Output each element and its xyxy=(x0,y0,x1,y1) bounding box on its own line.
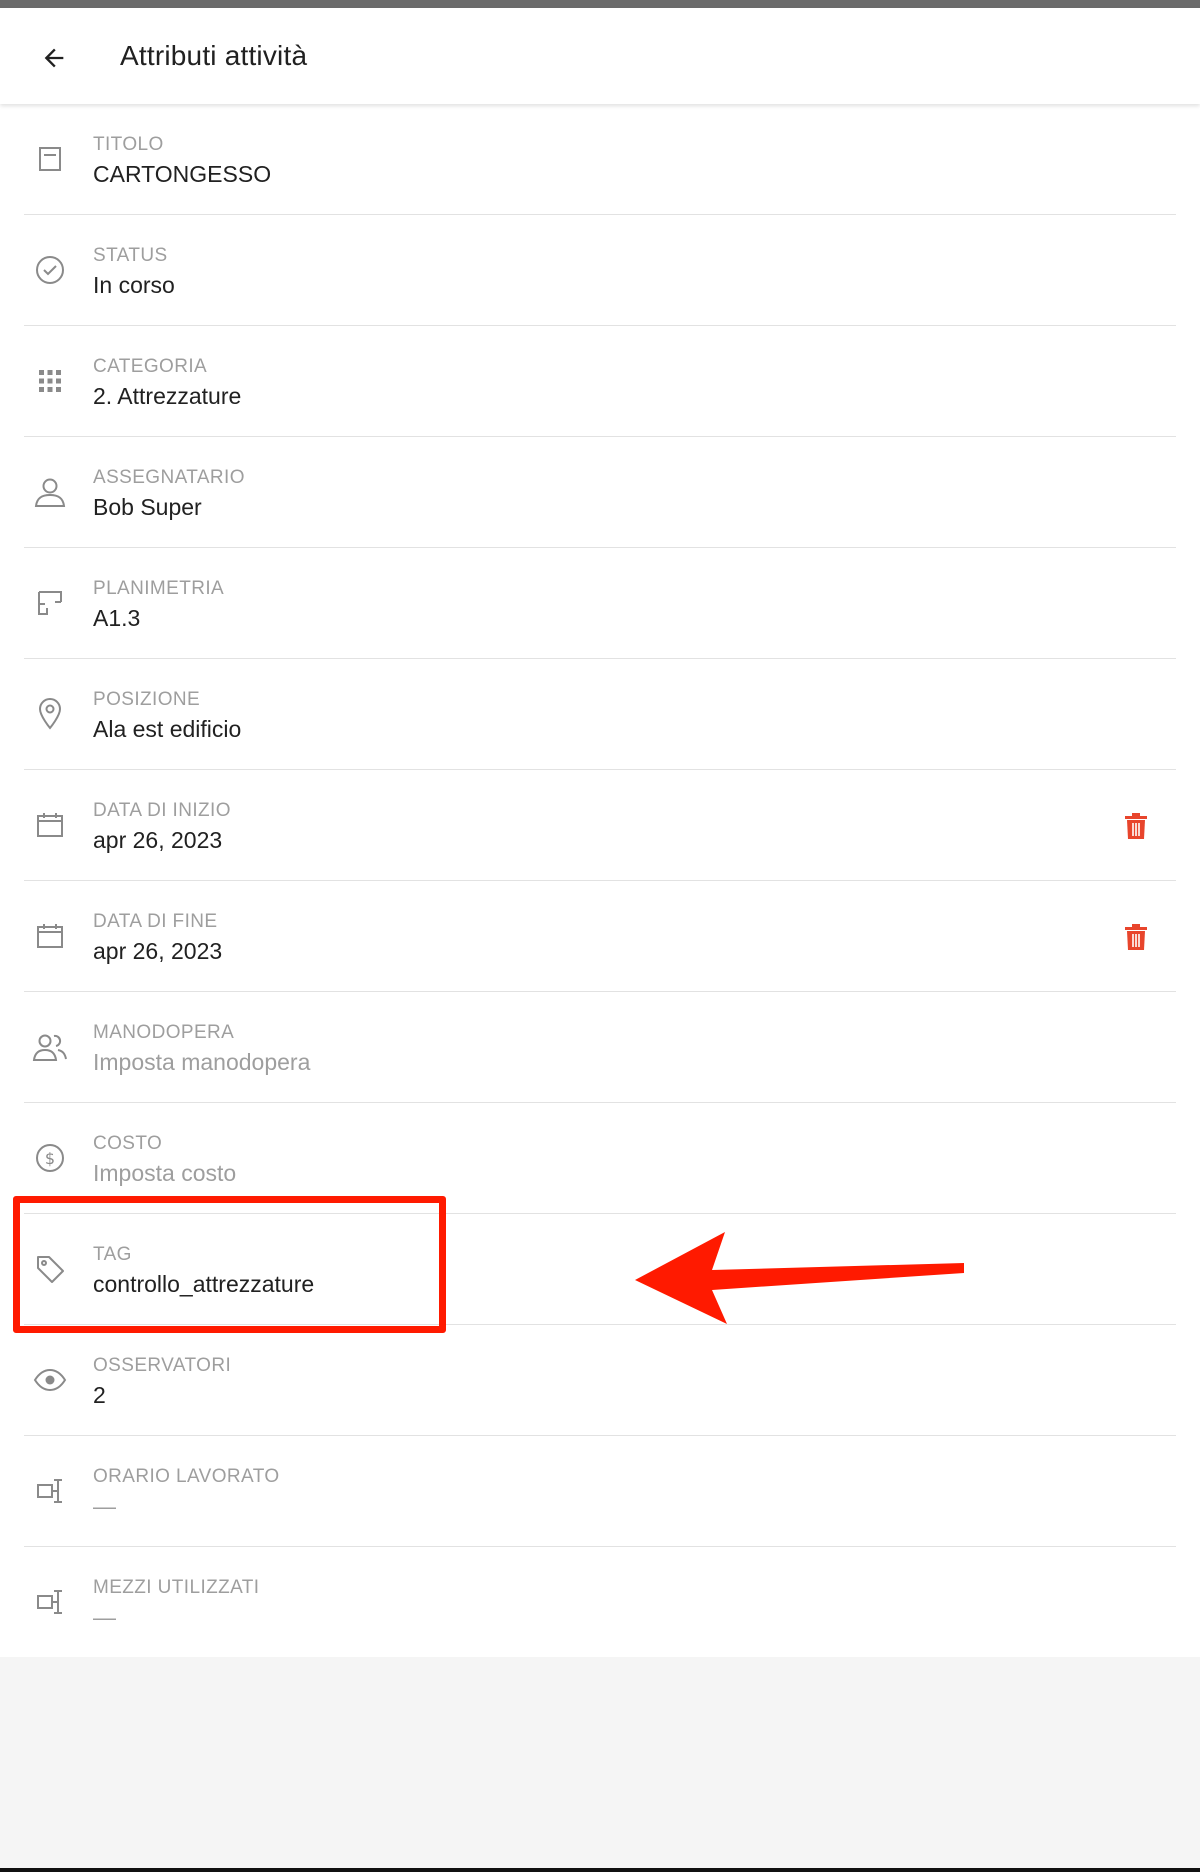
attribute-label: CATEGORIA xyxy=(93,356,208,377)
attribute-label: COSTO xyxy=(93,1133,163,1154)
attribute-label: TAG xyxy=(93,1244,132,1265)
attribute-value: A1.3 xyxy=(93,605,141,631)
eye-icon xyxy=(30,1360,70,1400)
attribute-row-assegnatario[interactable]: ASSEGNATARIO Bob Super xyxy=(24,437,1176,548)
attribute-row-titolo[interactable]: TITOLO CARTONGESSO xyxy=(24,104,1176,215)
attribute-label: PLANIMETRIA xyxy=(93,578,225,599)
status-bar xyxy=(0,0,1200,8)
users-icon xyxy=(30,1027,70,1067)
app-bar: Attributi attività xyxy=(0,8,1200,104)
title-icon xyxy=(30,139,70,179)
attribute-row-planimetria[interactable]: PLANIMETRIA A1.3 xyxy=(24,548,1176,659)
location-pin-icon xyxy=(30,694,70,734)
attribute-label: TITOLO xyxy=(93,134,164,155)
attribute-row-data-inizio[interactable]: DATA DI INIZIO apr 26, 2023 xyxy=(24,770,1176,881)
attribute-value: — xyxy=(93,1604,116,1630)
attribute-row-status[interactable]: STATUS In corso xyxy=(24,215,1176,326)
delete-start-date-button[interactable] xyxy=(1116,806,1156,846)
attribute-label: ASSEGNATARIO xyxy=(93,467,245,488)
attribute-label: ORARIO LAVORATO xyxy=(93,1466,280,1487)
attribute-label: POSIZIONE xyxy=(93,689,201,710)
attribute-value: CARTONGESSO xyxy=(93,161,272,187)
attribute-label: MEZZI UTILIZZATI xyxy=(93,1577,260,1598)
attribute-list: TITOLO CARTONGESSO STATUS In corso CATEG… xyxy=(0,104,1200,1657)
attribute-value: Imposta manodopera xyxy=(93,1049,311,1075)
attribute-row-categoria[interactable]: CATEGORIA 2. Attrezzature xyxy=(24,326,1176,437)
user-icon xyxy=(30,472,70,512)
check-circle-icon xyxy=(30,250,70,290)
page-title: Attributi attività xyxy=(120,40,308,71)
trash-icon xyxy=(1125,924,1147,950)
tag-icon xyxy=(30,1249,70,1289)
delete-end-date-button[interactable] xyxy=(1116,917,1156,957)
navigation-bar xyxy=(0,1868,1200,1872)
calendar-icon xyxy=(30,805,70,845)
attribute-value: Bob Super xyxy=(93,494,202,520)
dollar-circle-icon: $ xyxy=(30,1138,70,1178)
timesheet-icon xyxy=(30,1471,70,1511)
attribute-value: controllo_attrezzature xyxy=(93,1271,315,1297)
attribute-value: 2. Attrezzature xyxy=(93,383,242,409)
attribute-row-mezzi-utilizzati[interactable]: MEZZI UTILIZZATI — xyxy=(24,1547,1176,1658)
empty-background xyxy=(0,1657,1200,1868)
attribute-value: 2 xyxy=(93,1382,106,1408)
attribute-row-costo[interactable]: $ COSTO Imposta costo xyxy=(24,1103,1176,1214)
attribute-row-osservatori[interactable]: OSSERVATORI 2 xyxy=(24,1325,1176,1436)
attribute-label: OSSERVATORI xyxy=(93,1355,232,1376)
calendar-icon xyxy=(30,916,70,956)
attribute-value: In corso xyxy=(93,272,175,298)
trash-icon xyxy=(1125,813,1147,839)
equipment-icon xyxy=(30,1582,70,1622)
attribute-value: apr 26, 2023 xyxy=(93,827,223,853)
attribute-value: apr 26, 2023 xyxy=(93,938,223,964)
floorplan-icon xyxy=(30,583,70,623)
attribute-row-orario-lavorato[interactable]: ORARIO LAVORATO — xyxy=(24,1436,1176,1547)
attribute-label: DATA DI INIZIO xyxy=(93,800,231,821)
grid-dots-icon xyxy=(30,361,70,401)
attribute-value: Imposta costo xyxy=(93,1160,237,1186)
attribute-row-tag[interactable]: TAG controllo_attrezzature xyxy=(24,1214,1176,1325)
attribute-label: STATUS xyxy=(93,245,168,266)
attribute-row-posizione[interactable]: POSIZIONE Ala est edificio xyxy=(24,659,1176,770)
attribute-row-data-fine[interactable]: DATA DI FINE apr 26, 2023 xyxy=(24,881,1176,992)
attribute-label: MANODOPERA xyxy=(93,1022,235,1043)
attribute-label: DATA DI FINE xyxy=(93,911,218,932)
attribute-value: — xyxy=(93,1493,116,1519)
svg-text:$: $ xyxy=(45,1149,55,1168)
attribute-row-manodopera[interactable]: MANODOPERA Imposta manodopera xyxy=(24,992,1176,1103)
attribute-value: Ala est edificio xyxy=(93,716,242,742)
back-button[interactable] xyxy=(30,34,78,82)
arrow-left-icon xyxy=(44,48,64,68)
